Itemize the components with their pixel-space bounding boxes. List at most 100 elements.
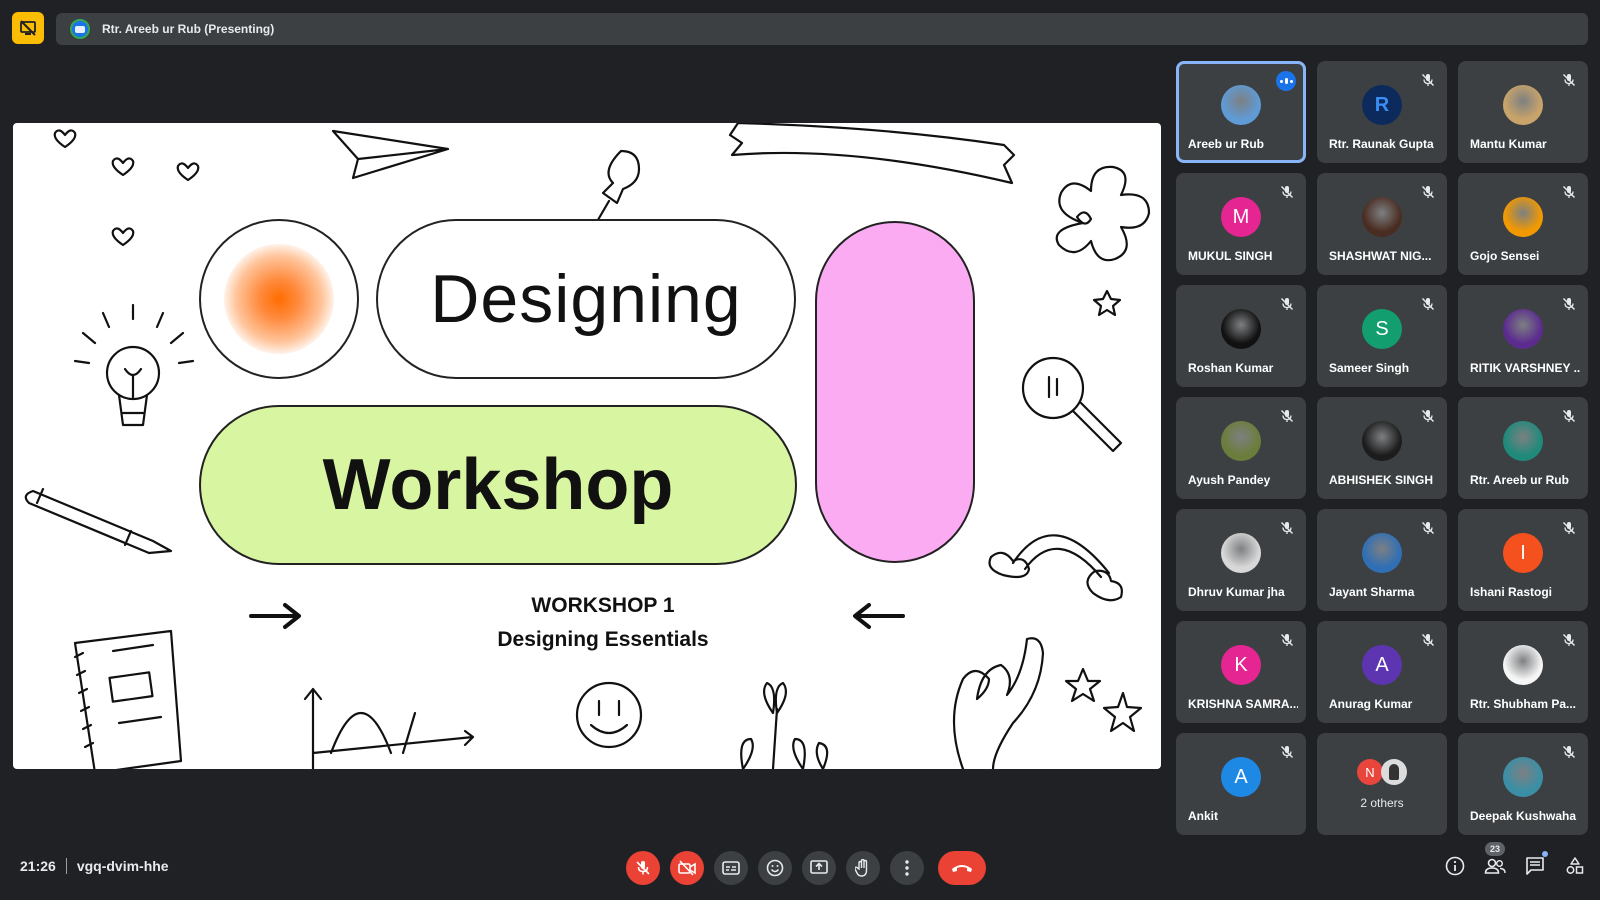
participant-name: Deepak Kushwaha — [1470, 809, 1577, 823]
participant-avatar — [1362, 533, 1402, 573]
participant-avatar — [1221, 85, 1261, 125]
others-label: 2 others — [1360, 796, 1404, 810]
magnifier-doodle-icon — [1021, 356, 1123, 453]
participant-tile[interactable]: Roshan Kumar — [1176, 285, 1306, 387]
muted-mic-icon — [1563, 634, 1575, 646]
participant-tile[interactable]: I Ishani Rastogi — [1458, 509, 1588, 611]
reactions-button[interactable] — [758, 851, 792, 885]
participant-tile[interactable]: M MUKUL SINGH — [1176, 173, 1306, 275]
participant-avatar: I — [1503, 533, 1543, 573]
rainbow-doodle-icon — [988, 534, 1123, 602]
raise-hand-button[interactable] — [846, 851, 880, 885]
muted-mic-icon — [1422, 410, 1434, 422]
captions-icon — [722, 861, 740, 875]
participant-tile[interactable]: Rtr. Areeb ur Rub — [1458, 397, 1588, 499]
lightbulb-doodle-icon — [73, 303, 195, 427]
participant-tile[interactable]: Rtr. Shubham Pa... — [1458, 621, 1588, 723]
participant-avatar: A — [1362, 645, 1402, 685]
muted-mic-icon — [1281, 746, 1293, 758]
muted-mic-icon — [1422, 186, 1434, 198]
call-controls — [626, 851, 986, 885]
slide-subtitle-line1: WORKSHOP 1 — [531, 594, 675, 617]
muted-mic-icon — [1563, 74, 1575, 86]
more-options-icon — [905, 860, 909, 876]
participant-name: SHASHWAT NIG... — [1329, 249, 1432, 263]
participant-name: Jayant Sharma — [1329, 585, 1415, 599]
participant-avatar — [1221, 309, 1261, 349]
captions-button[interactable] — [714, 851, 748, 885]
people-count-badge: 23 — [1485, 842, 1505, 856]
participant-name: Ankit — [1188, 809, 1218, 823]
participant-tile[interactable]: Dhruv Kumar jha — [1176, 509, 1306, 611]
muted-mic-icon — [1563, 186, 1575, 198]
slide-title-top: Designing — [430, 261, 742, 337]
pink-vertical-pill — [815, 221, 975, 563]
participant-avatar — [1503, 645, 1543, 685]
orange-glow — [224, 244, 334, 354]
participant-tile[interactable]: RITIK VARSHNEY ... — [1458, 285, 1588, 387]
participant-avatar: S — [1362, 309, 1402, 349]
participant-tile[interactable]: Deepak Kushwaha — [1458, 733, 1588, 835]
meeting-info-divider — [65, 858, 67, 874]
participant-name: KRISHNA SAMRA... — [1188, 697, 1298, 711]
raise-hand-icon — [855, 859, 868, 877]
microphone-toggle-button[interactable] — [626, 851, 660, 885]
left-arrow-doodle-icon — [853, 603, 905, 629]
participant-tile[interactable]: Gojo Sensei — [1458, 173, 1588, 275]
muted-mic-icon — [1563, 746, 1575, 758]
participant-tile[interactable]: SHASHWAT NIG... — [1317, 173, 1447, 275]
presented-slide: Designing Workshop WORKSHOP 1 Designing … — [13, 123, 1161, 769]
muted-mic-icon — [1281, 634, 1293, 646]
chat-unread-dot — [1542, 851, 1548, 857]
muted-mic-icon — [1563, 410, 1575, 422]
participant-tile[interactable]: S Sameer Singh — [1317, 285, 1447, 387]
participant-tile[interactable]: A Anurag Kumar — [1317, 621, 1447, 723]
meeting-code[interactable]: vgq-dvim-hhe — [77, 858, 169, 874]
star-doodle-icon — [1102, 691, 1143, 733]
camera-toggle-button[interactable] — [670, 851, 704, 885]
meet-window: Rtr. Areeb ur Rub (Presenting) Designing… — [0, 0, 1600, 900]
presenter-avatar — [70, 19, 90, 39]
participant-tile[interactable]: Mantu Kumar — [1458, 61, 1588, 163]
participant-name: Dhruv Kumar jha — [1188, 585, 1285, 599]
participant-name: RITIK VARSHNEY ... — [1470, 361, 1580, 375]
slide-subtitle: WORKSHOP 1 Designing Essentials — [393, 589, 813, 657]
participant-name: Areeb ur Rub — [1188, 137, 1265, 151]
people-icon — [1484, 858, 1506, 874]
info-icon — [1445, 856, 1465, 876]
participant-tile[interactable]: A Ankit — [1176, 733, 1306, 835]
chat-button[interactable] — [1524, 851, 1548, 877]
present-screen-button[interactable] — [802, 851, 836, 885]
end-call-icon — [952, 865, 972, 872]
ribbon-doodle-icon — [728, 123, 1016, 185]
others-avatar-photo — [1381, 759, 1407, 785]
heart-doodle-icon — [111, 157, 135, 177]
participant-avatar: R — [1362, 85, 1402, 125]
participant-avatar: A — [1221, 757, 1261, 797]
participant-tile[interactable]: Ayush Pandey — [1176, 397, 1306, 499]
participant-tile[interactable]: ABHISHEK SINGH — [1317, 397, 1447, 499]
participant-avatar — [1221, 421, 1261, 461]
plant-doodle-icon — [740, 681, 829, 769]
participant-tile[interactable]: Jayant Sharma — [1317, 509, 1447, 611]
muted-mic-icon — [1563, 298, 1575, 310]
others-tile[interactable]: N 2 others — [1317, 733, 1447, 835]
meeting-details-button[interactable] — [1444, 855, 1466, 877]
participant-tile[interactable]: Areeb ur Rub — [1176, 61, 1306, 163]
star-doodle-icon — [1064, 667, 1102, 703]
activities-button[interactable] — [1564, 855, 1586, 877]
end-call-button[interactable] — [938, 851, 986, 885]
participant-name: MUKUL SINGH — [1188, 249, 1273, 263]
meeting-time: 21:26 — [20, 858, 56, 874]
more-options-button[interactable] — [890, 851, 924, 885]
participant-tile[interactable]: R Rtr. Raunak Gupta — [1317, 61, 1447, 163]
participant-name: Ayush Pandey — [1188, 473, 1271, 487]
stop-presenting-icon[interactable] — [12, 12, 44, 44]
people-button[interactable]: 23 — [1484, 842, 1506, 877]
heart-doodle-icon — [111, 227, 135, 247]
activities-icon — [1566, 857, 1584, 874]
participant-tile[interactable]: K KRISHNA SAMRA... — [1176, 621, 1306, 723]
muted-mic-icon — [1281, 186, 1293, 198]
participant-name: Mantu Kumar — [1470, 137, 1547, 151]
slide-title-bottom: Workshop — [322, 445, 674, 525]
